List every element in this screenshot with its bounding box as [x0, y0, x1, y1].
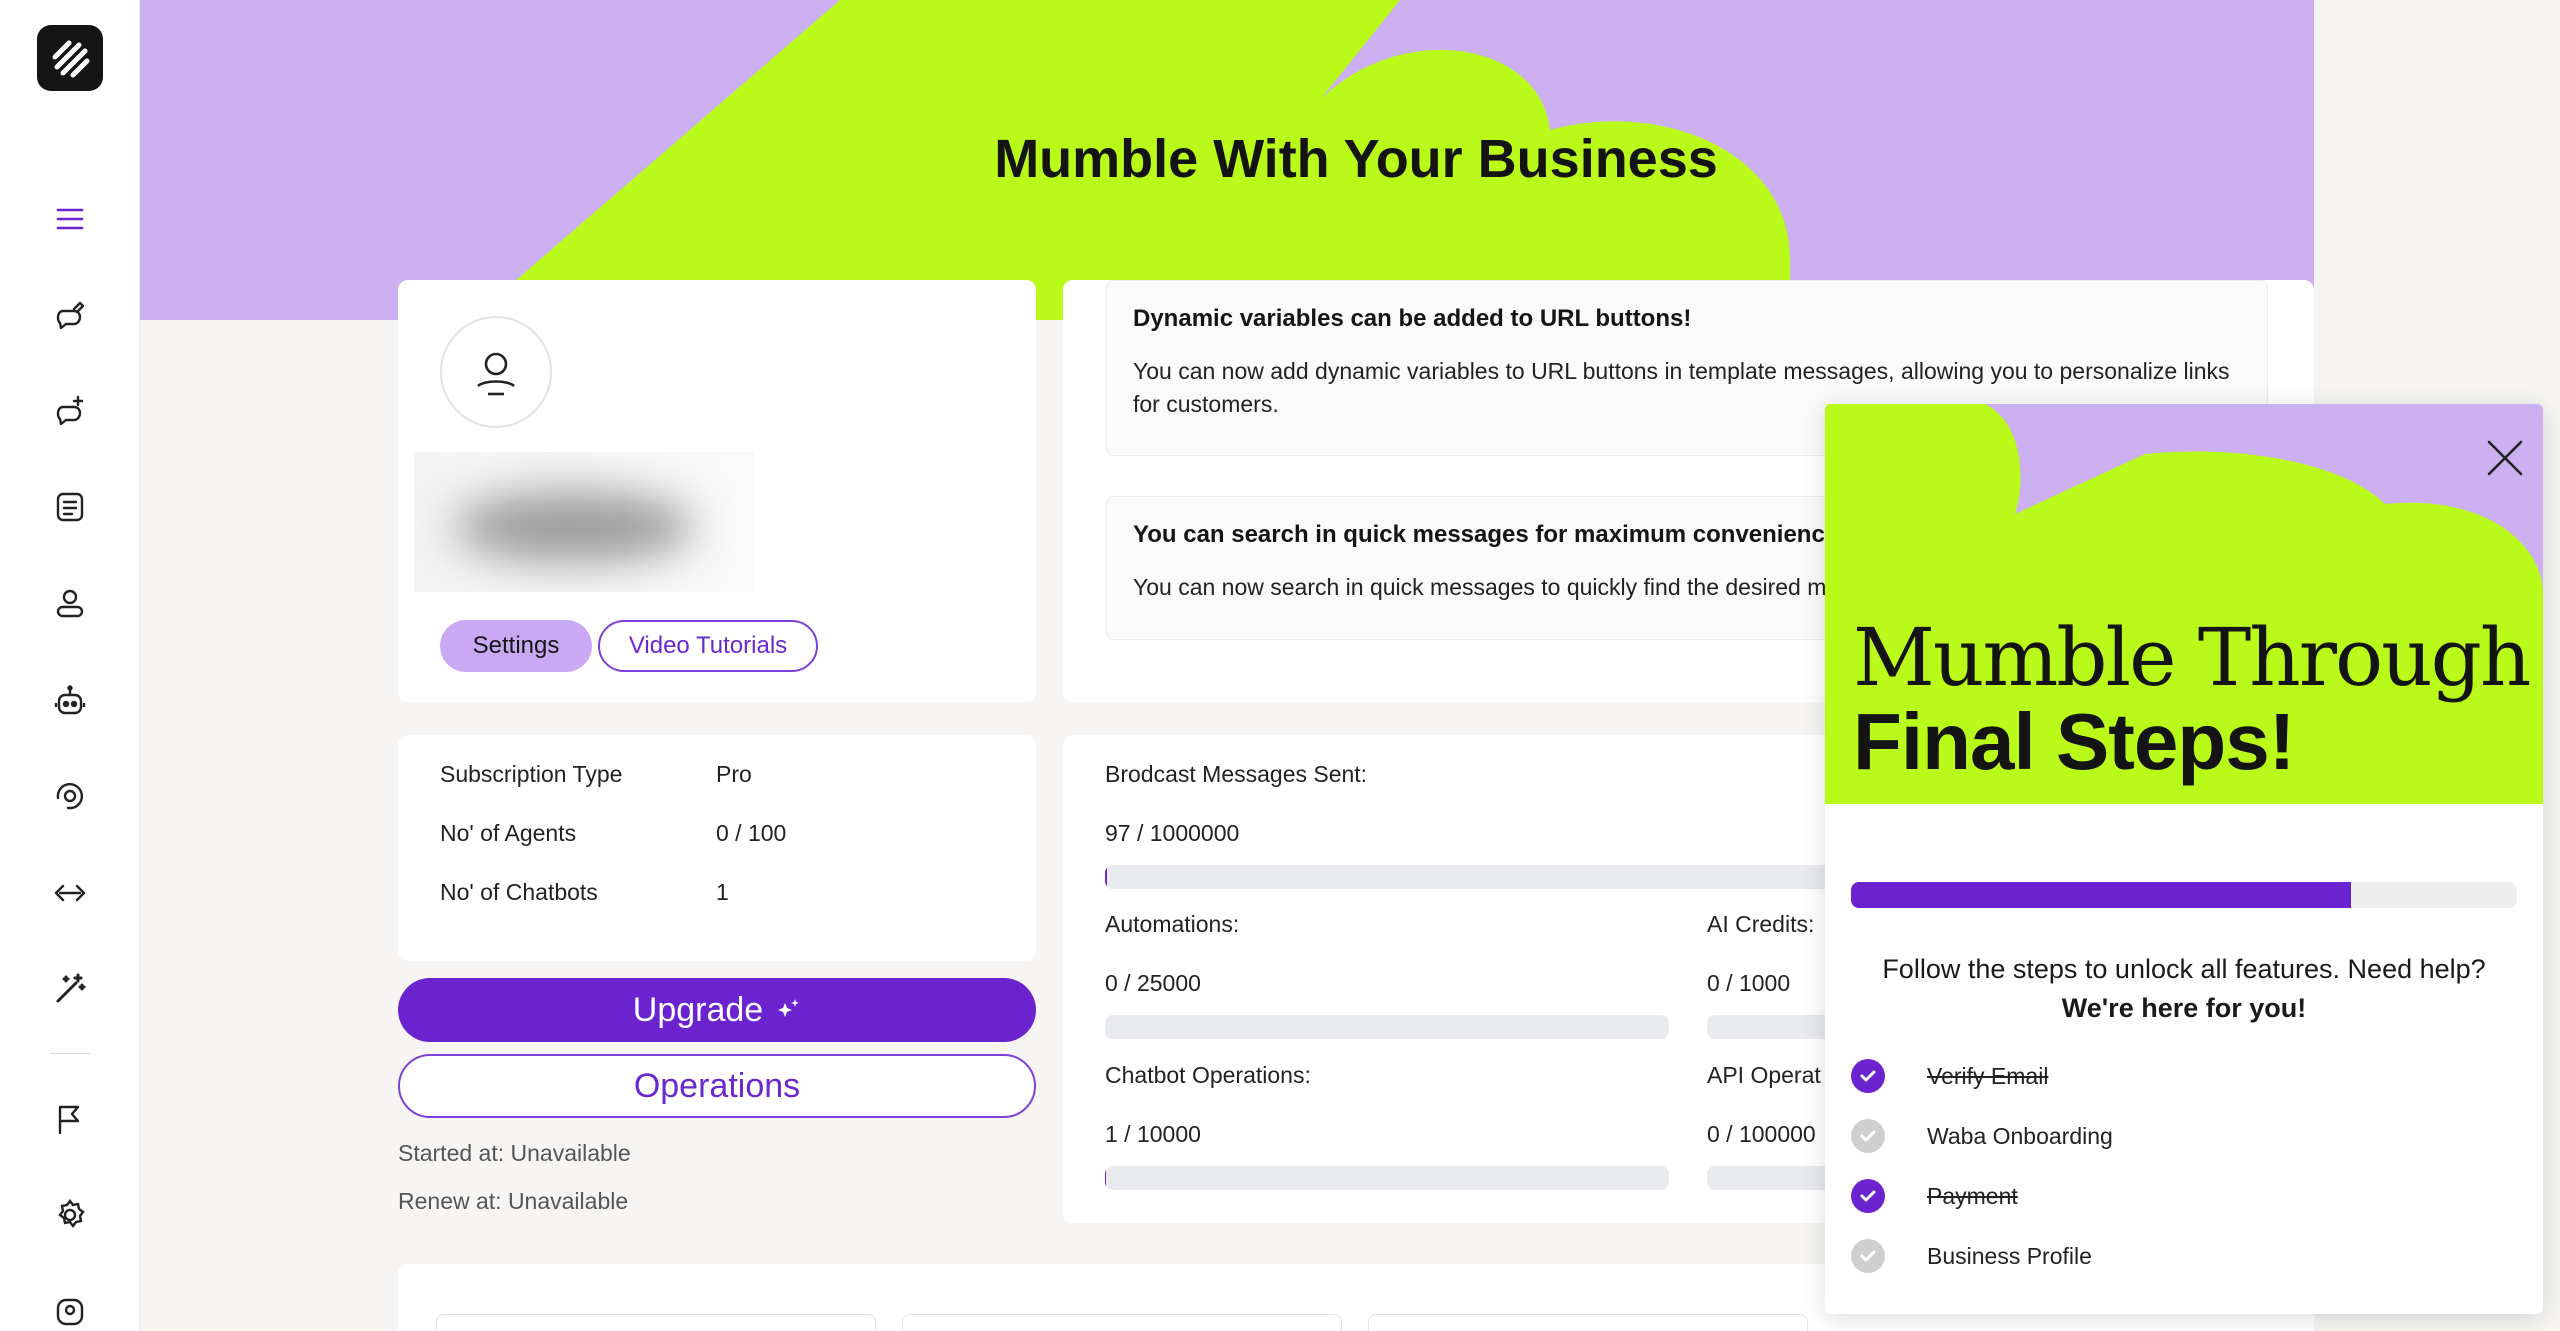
agents-value: 0 / 100	[716, 820, 787, 846]
upgrade-button-label: Upgrade	[632, 990, 764, 1029]
onboarding-progress-bar	[1851, 882, 2517, 908]
chatbots-value: 1	[716, 879, 729, 905]
step-payment[interactable]: Payment	[1851, 1178, 2018, 1214]
broadcast-label: Brodcast Messages Sent:	[1105, 761, 1368, 787]
step-label: Verify Email	[1927, 1062, 2049, 1089]
support-icon[interactable]	[50, 776, 90, 816]
upgrade-button[interactable]: Upgrade	[398, 978, 1036, 1042]
started-at-text: Started at: Unavailable	[398, 1140, 631, 1166]
check-icon	[1851, 1239, 1885, 1273]
check-icon	[1851, 1059, 1885, 1093]
api-operations-label: API Operat	[1707, 1062, 1821, 1088]
template-icon[interactable]	[50, 487, 90, 527]
chatbot-operations-progress-bar	[1105, 1166, 1669, 1190]
close-popup-button[interactable]	[2481, 434, 2529, 482]
sparkle-icon	[778, 999, 800, 1017]
onboarding-popup: Mumble Through Final Steps! Follow the s…	[1825, 404, 2543, 1314]
close-icon	[2487, 440, 2523, 476]
broadcast-value: 97 / 1000000	[1105, 820, 1240, 846]
video-tutorials-button[interactable]: Video Tutorials	[598, 620, 818, 672]
blurred-profile-name	[414, 452, 754, 592]
automations-value: 0 / 25000	[1105, 970, 1201, 996]
help-bold-text: We're here for you!	[2061, 993, 2307, 1023]
step-business-profile[interactable]: Business Profile	[1851, 1238, 2092, 1274]
settings-button[interactable]: Settings	[440, 620, 592, 672]
popup-title-line1: Mumble Through	[1853, 611, 2531, 704]
chatbot-operations-label: Chatbot Operations:	[1105, 1062, 1311, 1088]
logo-icon	[52, 40, 90, 78]
gear-icon[interactable]	[50, 1195, 90, 1235]
chatbot-operations-value: 1 / 10000	[1105, 1121, 1201, 1147]
account-icon[interactable]	[50, 1292, 90, 1331]
ai-credits-label: AI Credits:	[1707, 911, 1815, 937]
api-icon[interactable]	[50, 873, 90, 913]
agents-label: No' of Agents	[440, 820, 577, 846]
step-label: Waba Onboarding	[1927, 1122, 2113, 1149]
operations-button[interactable]: Operations	[398, 1054, 1036, 1118]
progress-fill	[1851, 882, 2351, 908]
popup-title-line2: Final Steps!	[1853, 697, 2295, 786]
user-icon[interactable]	[50, 583, 90, 623]
progress-fill	[1105, 865, 1108, 889]
help-text: Follow the steps to unlock all features.…	[1882, 954, 2486, 984]
automations-label: Automations:	[1105, 911, 1240, 937]
subscription-type-label: Subscription Type	[440, 761, 623, 787]
chat-add-icon[interactable]	[50, 391, 90, 431]
avatar[interactable]	[440, 316, 552, 428]
renew-at-text: Renew at: Unavailable	[398, 1188, 629, 1214]
bot-icon[interactable]	[50, 681, 90, 721]
check-icon	[1851, 1119, 1885, 1153]
automations-progress-bar	[1105, 1015, 1669, 1039]
popup-banner: Mumble Through Final Steps!	[1825, 404, 2543, 804]
ai-credits-value: 0 / 1000	[1707, 970, 1791, 996]
menu-icon[interactable]	[50, 199, 90, 239]
progress-fill	[1105, 1166, 1107, 1190]
hero-banner: Mumble With Your Business	[140, 0, 2314, 320]
check-icon	[1851, 1179, 1885, 1213]
subscription-card: Subscription Type Pro No' of Agents 0 / …	[398, 735, 1036, 961]
chatbots-label: No' of Chatbots	[440, 879, 598, 905]
bottom-mini-card[interactable]	[902, 1314, 1342, 1331]
chat-edit-icon[interactable]	[50, 295, 90, 335]
bottom-mini-card[interactable]	[436, 1314, 876, 1331]
subscription-type-value: Pro	[716, 761, 752, 787]
hero-title: Mumble With Your Business	[994, 129, 1718, 189]
bottom-mini-card[interactable]	[1368, 1314, 1808, 1331]
popup-help-text: Follow the steps to unlock all features.…	[1825, 950, 2543, 1028]
step-waba-onboarding[interactable]: Waba Onboarding	[1851, 1118, 2113, 1154]
profile-card: Settings Video Tutorials	[398, 280, 1036, 702]
app-logo[interactable]	[37, 25, 103, 91]
user-avatar-icon	[477, 352, 515, 396]
sidebar	[0, 0, 140, 1331]
step-label: Business Profile	[1927, 1242, 2092, 1269]
step-label: Payment	[1927, 1182, 2018, 1209]
api-operations-value: 0 / 100000	[1707, 1121, 1816, 1147]
step-verify-email[interactable]: Verify Email	[1851, 1058, 2048, 1094]
magic-wand-icon[interactable]	[50, 969, 90, 1009]
flag-icon[interactable]	[50, 1099, 90, 1139]
announcement-title: Dynamic variables can be added to URL bu…	[1133, 305, 1692, 332]
sidebar-divider	[50, 1053, 90, 1054]
